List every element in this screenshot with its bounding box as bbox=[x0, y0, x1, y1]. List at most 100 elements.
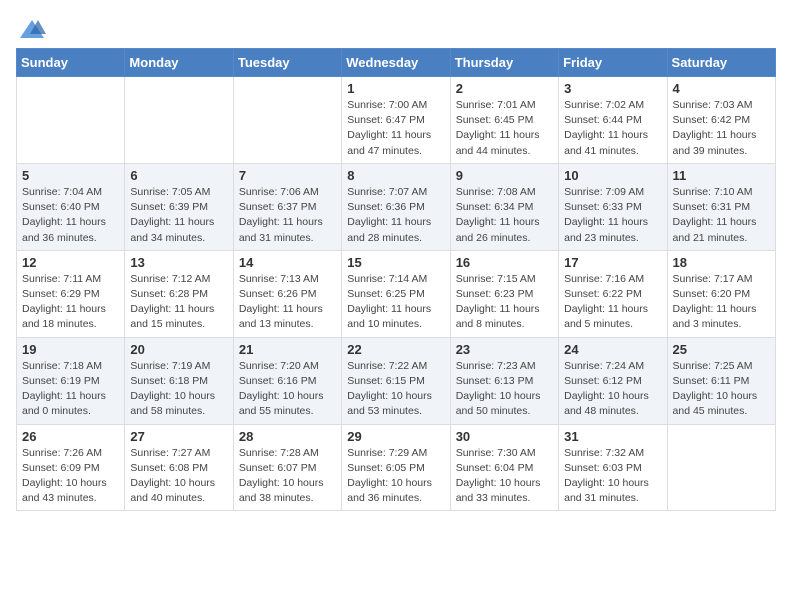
day-info: Sunrise: 7:15 AMSunset: 6:23 PMDaylight:… bbox=[456, 272, 553, 333]
calendar-week-row: 1Sunrise: 7:00 AMSunset: 6:47 PMDaylight… bbox=[17, 77, 776, 164]
calendar-day-cell: 5 Sunrise: 7:04 AMSunset: 6:40 PMDaylight… bbox=[17, 163, 125, 250]
day-info: Sunrise: 7:04 AMSunset: 6:40 PMDaylight:… bbox=[22, 185, 119, 246]
calendar-day-cell bbox=[233, 77, 341, 164]
day-info: Sunrise: 7:16 AMSunset: 6:22 PMDaylight:… bbox=[564, 272, 661, 333]
day-info: Sunrise: 7:07 AMSunset: 6:36 PMDaylight:… bbox=[347, 185, 444, 246]
calendar-day-cell: 29 Sunrise: 7:29 AMSunset: 6:05 PMDayligh… bbox=[342, 424, 450, 511]
calendar-day-cell: 11Sunrise: 7:10 AMSunset: 6:31 PMDayligh… bbox=[667, 163, 775, 250]
calendar-day-cell: 4 Sunrise: 7:03 AMSunset: 6:42 PMDaylight… bbox=[667, 77, 775, 164]
day-info: Sunrise: 7:08 AMSunset: 6:34 PMDaylight:… bbox=[456, 185, 553, 246]
day-number: 4 bbox=[673, 81, 770, 96]
calendar-week-row: 26 Sunrise: 7:26 AMSunset: 6:09 PMDayligh… bbox=[17, 424, 776, 511]
calendar-day-cell: 13 Sunrise: 7:12 AMSunset: 6:28 PMDayligh… bbox=[125, 250, 233, 337]
day-of-week-header: Saturday bbox=[667, 49, 775, 77]
calendar-day-cell: 27Sunrise: 7:27 AMSunset: 6:08 PMDayligh… bbox=[125, 424, 233, 511]
day-number: 19 bbox=[22, 342, 119, 357]
day-of-week-header: Sunday bbox=[17, 49, 125, 77]
calendar-day-cell: 30 Sunrise: 7:30 AMSunset: 6:04 PMDayligh… bbox=[450, 424, 558, 511]
day-info: Sunrise: 7:30 AMSunset: 6:04 PMDaylight:… bbox=[456, 446, 553, 507]
day-info: Sunrise: 7:13 AMSunset: 6:26 PMDaylight:… bbox=[239, 272, 336, 333]
calendar-day-cell: 20 Sunrise: 7:19 AMSunset: 6:18 PMDayligh… bbox=[125, 337, 233, 424]
calendar-day-cell: 16 Sunrise: 7:15 AMSunset: 6:23 PMDayligh… bbox=[450, 250, 558, 337]
calendar-day-cell: 21 Sunrise: 7:20 AMSunset: 6:16 PMDayligh… bbox=[233, 337, 341, 424]
day-info: Sunrise: 7:23 AMSunset: 6:13 PMDaylight:… bbox=[456, 359, 553, 420]
day-number: 7 bbox=[239, 168, 336, 183]
day-info: Sunrise: 7:18 AMSunset: 6:19 PMDaylight:… bbox=[22, 359, 119, 420]
day-number: 28 bbox=[239, 429, 336, 444]
day-number: 18 bbox=[673, 255, 770, 270]
calendar-header-row: SundayMondayTuesdayWednesdayThursdayFrid… bbox=[17, 49, 776, 77]
day-number: 14 bbox=[239, 255, 336, 270]
calendar-day-cell: 24Sunrise: 7:24 AMSunset: 6:12 PMDayligh… bbox=[559, 337, 667, 424]
day-number: 23 bbox=[456, 342, 553, 357]
calendar-day-cell: 14 Sunrise: 7:13 AMSunset: 6:26 PMDayligh… bbox=[233, 250, 341, 337]
day-number: 8 bbox=[347, 168, 444, 183]
day-of-week-header: Wednesday bbox=[342, 49, 450, 77]
day-info: Sunrise: 7:19 AMSunset: 6:18 PMDaylight:… bbox=[130, 359, 227, 420]
day-number: 29 bbox=[347, 429, 444, 444]
day-number: 16 bbox=[456, 255, 553, 270]
day-of-week-header: Tuesday bbox=[233, 49, 341, 77]
day-info: Sunrise: 7:27 AMSunset: 6:08 PMDaylight:… bbox=[130, 446, 227, 507]
day-info: Sunrise: 7:02 AMSunset: 6:44 PMDaylight:… bbox=[564, 98, 661, 159]
day-number: 26 bbox=[22, 429, 119, 444]
day-info: Sunrise: 7:06 AMSunset: 6:37 PMDaylight:… bbox=[239, 185, 336, 246]
calendar-day-cell: 18 Sunrise: 7:17 AMSunset: 6:20 PMDayligh… bbox=[667, 250, 775, 337]
day-number: 1 bbox=[347, 81, 444, 96]
day-of-week-header: Thursday bbox=[450, 49, 558, 77]
page-header bbox=[16, 16, 776, 40]
calendar-week-row: 19 Sunrise: 7:18 AMSunset: 6:19 PMDayligh… bbox=[17, 337, 776, 424]
calendar-week-row: 12 Sunrise: 7:11 AMSunset: 6:29 PMDayligh… bbox=[17, 250, 776, 337]
day-number: 31 bbox=[564, 429, 661, 444]
calendar-day-cell: 26 Sunrise: 7:26 AMSunset: 6:09 PMDayligh… bbox=[17, 424, 125, 511]
day-info: Sunrise: 7:17 AMSunset: 6:20 PMDaylight:… bbox=[673, 272, 770, 333]
day-number: 21 bbox=[239, 342, 336, 357]
day-info: Sunrise: 7:29 AMSunset: 6:05 PMDaylight:… bbox=[347, 446, 444, 507]
logo-icon bbox=[18, 16, 46, 44]
calendar-day-cell: 9 Sunrise: 7:08 AMSunset: 6:34 PMDaylight… bbox=[450, 163, 558, 250]
day-number: 6 bbox=[130, 168, 227, 183]
calendar-day-cell: 2 Sunrise: 7:01 AMSunset: 6:45 PMDaylight… bbox=[450, 77, 558, 164]
day-number: 9 bbox=[456, 168, 553, 183]
day-info: Sunrise: 7:05 AMSunset: 6:39 PMDaylight:… bbox=[130, 185, 227, 246]
day-info: Sunrise: 7:25 AMSunset: 6:11 PMDaylight:… bbox=[673, 359, 770, 420]
day-number: 17 bbox=[564, 255, 661, 270]
calendar-day-cell: 12 Sunrise: 7:11 AMSunset: 6:29 PMDayligh… bbox=[17, 250, 125, 337]
calendar-day-cell: 31 Sunrise: 7:32 AMSunset: 6:03 PMDayligh… bbox=[559, 424, 667, 511]
calendar-day-cell: 25 Sunrise: 7:25 AMSunset: 6:11 PMDayligh… bbox=[667, 337, 775, 424]
day-info: Sunrise: 7:20 AMSunset: 6:16 PMDaylight:… bbox=[239, 359, 336, 420]
calendar-day-cell: 8 Sunrise: 7:07 AMSunset: 6:36 PMDaylight… bbox=[342, 163, 450, 250]
day-info: Sunrise: 7:24 AMSunset: 6:12 PMDaylight:… bbox=[564, 359, 661, 420]
day-info: Sunrise: 7:22 AMSunset: 6:15 PMDaylight:… bbox=[347, 359, 444, 420]
calendar-day-cell bbox=[667, 424, 775, 511]
day-number: 2 bbox=[456, 81, 553, 96]
day-number: 10 bbox=[564, 168, 661, 183]
calendar-day-cell: 3Sunrise: 7:02 AMSunset: 6:44 PMDaylight… bbox=[559, 77, 667, 164]
calendar-day-cell: 17 Sunrise: 7:16 AMSunset: 6:22 PMDayligh… bbox=[559, 250, 667, 337]
calendar-day-cell: 23 Sunrise: 7:23 AMSunset: 6:13 PMDayligh… bbox=[450, 337, 558, 424]
day-info: Sunrise: 7:09 AMSunset: 6:33 PMDaylight:… bbox=[564, 185, 661, 246]
day-number: 12 bbox=[22, 255, 119, 270]
day-number: 30 bbox=[456, 429, 553, 444]
calendar-day-cell: 10 Sunrise: 7:09 AMSunset: 6:33 PMDayligh… bbox=[559, 163, 667, 250]
day-info: Sunrise: 7:32 AMSunset: 6:03 PMDaylight:… bbox=[564, 446, 661, 507]
calendar-day-cell: 15 Sunrise: 7:14 AMSunset: 6:25 PMDayligh… bbox=[342, 250, 450, 337]
day-info: Sunrise: 7:28 AMSunset: 6:07 PMDaylight:… bbox=[239, 446, 336, 507]
day-number: 20 bbox=[130, 342, 227, 357]
day-number: 5 bbox=[22, 168, 119, 183]
calendar-day-cell bbox=[17, 77, 125, 164]
day-info: Sunrise: 7:12 AMSunset: 6:28 PMDaylight:… bbox=[130, 272, 227, 333]
calendar-table: SundayMondayTuesdayWednesdayThursdayFrid… bbox=[16, 48, 776, 511]
calendar-day-cell: 19 Sunrise: 7:18 AMSunset: 6:19 PMDayligh… bbox=[17, 337, 125, 424]
day-info: Sunrise: 7:03 AMSunset: 6:42 PMDaylight:… bbox=[673, 98, 770, 159]
day-number: 25 bbox=[673, 342, 770, 357]
day-of-week-header: Friday bbox=[559, 49, 667, 77]
day-info: Sunrise: 7:14 AMSunset: 6:25 PMDaylight:… bbox=[347, 272, 444, 333]
calendar-day-cell: 22Sunrise: 7:22 AMSunset: 6:15 PMDayligh… bbox=[342, 337, 450, 424]
day-info: Sunrise: 7:26 AMSunset: 6:09 PMDaylight:… bbox=[22, 446, 119, 507]
day-info: Sunrise: 7:01 AMSunset: 6:45 PMDaylight:… bbox=[456, 98, 553, 159]
day-info: Sunrise: 7:11 AMSunset: 6:29 PMDaylight:… bbox=[22, 272, 119, 333]
day-number: 15 bbox=[347, 255, 444, 270]
day-number: 13 bbox=[130, 255, 227, 270]
day-info: Sunrise: 7:10 AMSunset: 6:31 PMDaylight:… bbox=[673, 185, 770, 246]
